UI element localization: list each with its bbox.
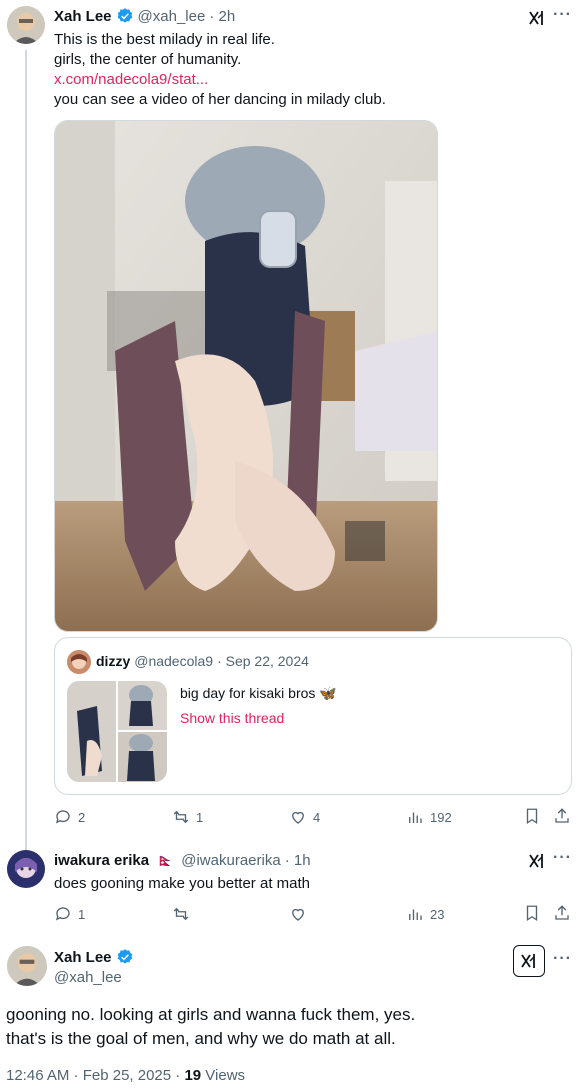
tweet-meta: 12:46 AM · Feb 25, 2025 · 19 Views <box>6 1067 245 1084</box>
more-icon[interactable]: ··· <box>553 950 572 968</box>
more-icon[interactable]: ··· <box>553 6 572 24</box>
quote-text: big day for kisaki bros 🦋 <box>180 685 337 701</box>
reply-count: 1 <box>78 906 86 922</box>
tweet-body: gooning no. looking at girls and wanna f… <box>6 1003 415 1051</box>
reply-button[interactable]: 2 <box>54 808 85 826</box>
verified-badge-icon <box>117 8 132 23</box>
quote-author-name: dizzy <box>96 653 131 669</box>
author-name[interactable]: Xah Lee <box>54 8 112 25</box>
show-thread-link[interactable]: Show this thread <box>180 708 284 728</box>
more-icon[interactable]: ··· <box>553 849 572 867</box>
views-count: 192 <box>430 809 452 825</box>
views-button[interactable]: 192 <box>406 808 452 826</box>
author-handle[interactable]: @xah_lee <box>138 8 206 25</box>
tweet-link[interactable]: x.com/nadecola9/stat... <box>54 70 554 90</box>
tweet-line: you can see a video of her dancing in mi… <box>54 91 386 108</box>
tweet-line: gooning no. looking at girls and wanna f… <box>6 1005 416 1024</box>
views-label: Views <box>201 1067 246 1084</box>
tweet-line: This is the best milady in real life. <box>54 31 275 48</box>
reply-button[interactable]: 1 <box>54 905 85 923</box>
repost-icon <box>173 810 189 824</box>
quote-date: · Sep 22, 2024 <box>217 653 309 669</box>
share-icon[interactable] <box>553 904 571 922</box>
bookmark-icon[interactable] <box>523 807 541 825</box>
repost-button[interactable]: 1 <box>172 808 203 826</box>
quote-author-handle: @nadecola9 <box>134 653 214 669</box>
view-count: 19 <box>184 1067 202 1084</box>
views-icon <box>409 909 422 920</box>
verified-badge-icon <box>117 949 132 964</box>
quote-tweet-card[interactable]: dizzy @nadecola9 · Sep 22, 2024 big day … <box>54 637 572 795</box>
bookmark-icon[interactable] <box>523 904 541 922</box>
author-handle[interactable]: @xah_lee <box>54 969 122 986</box>
views-button[interactable]: 23 <box>406 905 444 923</box>
tweet-line: that's is the goal of men, and why we do… <box>6 1029 396 1048</box>
avatar-iwakura-erika[interactable] <box>7 850 45 888</box>
share-icon[interactable] <box>553 807 571 825</box>
like-button[interactable]: 4 <box>289 808 320 826</box>
tweet-header: Xah Lee @xah_lee · 2h <box>54 7 235 25</box>
reply-icon <box>55 810 70 824</box>
repost-button[interactable] <box>172 905 190 923</box>
grok-button[interactable] <box>513 945 545 977</box>
repost-count: 1 <box>196 809 204 825</box>
repost-icon <box>173 907 189 921</box>
avatar-xah-lee[interactable] <box>7 946 47 986</box>
tweet-header: iwakura erika 🇳🇵 @iwakuraerika · 1h <box>54 852 311 869</box>
tweet-body: does gooning make you better at math <box>54 875 310 892</box>
tweet-header: Xah Lee <box>54 948 134 966</box>
tweet-photo[interactable] <box>54 120 438 632</box>
thread-line <box>25 50 27 850</box>
views-icon <box>409 812 422 823</box>
grok-icon[interactable] <box>527 851 547 871</box>
author-name[interactable]: iwakura erika <box>54 852 149 869</box>
quote-media-grid <box>67 681 167 782</box>
like-icon <box>292 811 304 824</box>
tweet-body: This is the best milady in real life. gi… <box>54 30 554 110</box>
author-name[interactable]: Xah Lee <box>54 949 112 966</box>
timestamp[interactable]: 12:46 AM · Feb 25, 2025 · <box>6 1067 184 1084</box>
like-count: 4 <box>313 809 321 825</box>
reply-icon <box>55 907 70 921</box>
tweet-time[interactable]: · 2h <box>209 8 235 25</box>
tweet-line: girls, the center of humanity. <box>54 51 242 68</box>
like-icon <box>292 908 304 921</box>
avatar-xah-lee[interactable] <box>7 6 45 44</box>
quote-header: dizzy @nadecola9 · Sep 22, 2024 <box>96 653 309 669</box>
author-handle[interactable]: @iwakuraerika <box>181 852 280 869</box>
reply-count: 2 <box>78 809 86 825</box>
flag-emoji: 🇳🇵 <box>157 852 174 868</box>
avatar-dizzy <box>67 650 91 674</box>
grok-icon[interactable] <box>527 8 547 28</box>
views-count: 23 <box>430 906 445 922</box>
tweet-time[interactable]: · 1h <box>285 852 311 869</box>
photo-image <box>55 121 437 631</box>
grok-icon <box>521 954 535 968</box>
like-button[interactable] <box>289 905 307 923</box>
